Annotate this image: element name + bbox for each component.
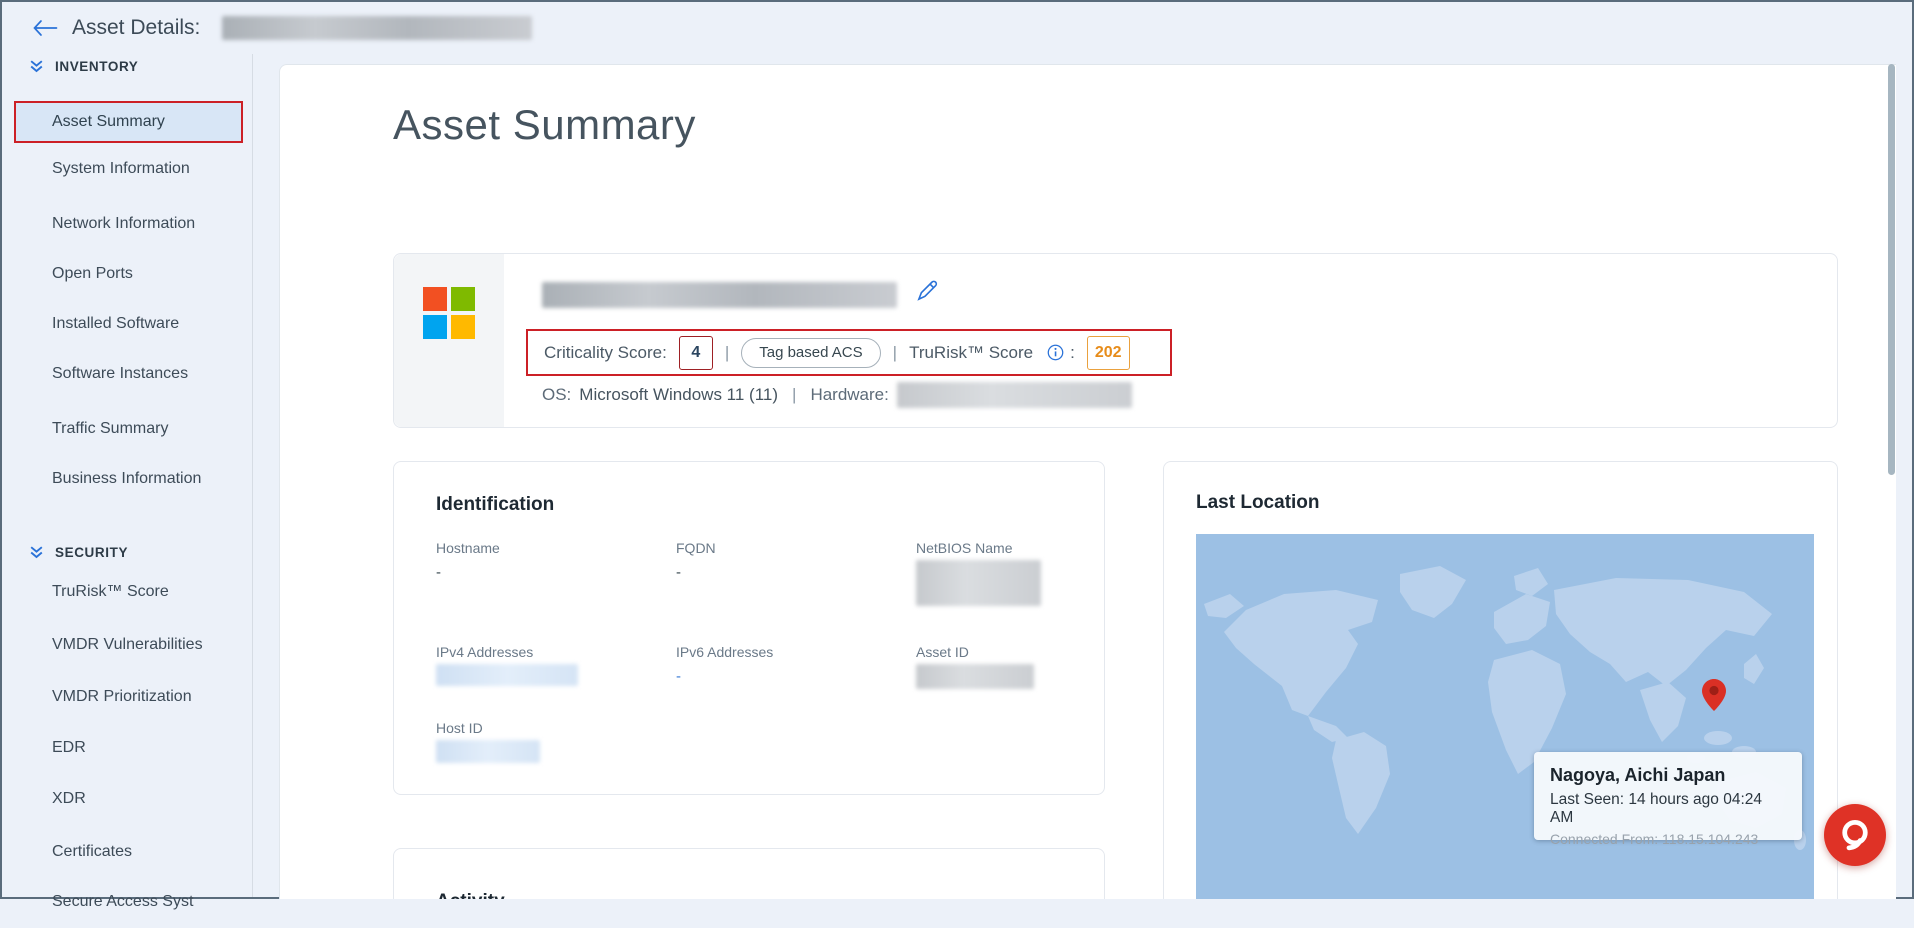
sidebar-item-edr[interactable]: EDR	[2, 722, 252, 774]
redacted-host-id-value	[436, 740, 540, 763]
separator: |	[792, 385, 796, 405]
sidebar-item-vmdr-prioritization[interactable]: VMDR Prioritization	[2, 671, 252, 723]
activity-title: Activity	[436, 891, 505, 899]
redacted-netbios-value	[916, 560, 1041, 606]
connected-from-text: Connected From: 118.15.104.243	[1550, 831, 1786, 847]
ipv4-addresses-label: IPv4 Addresses	[436, 644, 533, 660]
colon: :	[1070, 343, 1075, 363]
asset-id-label: Asset ID	[916, 644, 969, 660]
criticality-score-label: Criticality Score:	[544, 343, 667, 363]
redacted-asset-name-header	[222, 16, 532, 40]
sidebar-item-certificates[interactable]: Certificates	[2, 826, 252, 878]
hostname-value: -	[436, 564, 441, 581]
last-location-card: Last Location	[1163, 461, 1838, 899]
asset-header-card: Criticality Score: 4 | Tag based ACS | T…	[393, 253, 1838, 428]
location-tooltip: Nagoya, Aichi Japan Last Seen: 14 hours …	[1534, 752, 1802, 840]
sidebar-section-label: SECURITY	[55, 545, 128, 560]
qualys-q-icon	[1836, 816, 1874, 854]
sidebar-item-asset-summary[interactable]: Asset Summary	[14, 101, 243, 143]
hostname-label: Hostname	[436, 540, 500, 556]
separator: |	[725, 343, 729, 363]
sidebar: INVENTORY Asset Summary System Informati…	[2, 54, 252, 897]
qualys-logo-button[interactable]	[1824, 804, 1886, 866]
sidebar-item-trurisk-score[interactable]: TruRisk™ Score	[2, 566, 252, 618]
sidebar-section-label: INVENTORY	[55, 59, 138, 74]
world-map[interactable]: Nagoya, Aichi Japan Last Seen: 14 hours …	[1196, 534, 1814, 899]
redacted-hardware-value	[897, 382, 1132, 408]
page-header-title: Asset Details:	[72, 16, 200, 40]
ipv6-addresses-value: -	[676, 668, 681, 685]
chevron-double-down-icon	[28, 544, 45, 561]
main-content-panel: Asset Summary Criticality Score: 4 | Tag…	[279, 64, 1896, 899]
sidebar-item-vmdr-vulnerabilities[interactable]: VMDR Vulnerabilities	[2, 619, 252, 671]
os-label: OS:	[542, 385, 571, 405]
location-name: Nagoya, Aichi Japan	[1550, 765, 1786, 786]
sidebar-item-software-instances[interactable]: Software Instances	[2, 348, 252, 400]
top-header: Asset Details:	[2, 2, 1912, 54]
ipv6-addresses-label: IPv6 Addresses	[676, 644, 773, 660]
chevron-double-down-icon	[28, 58, 45, 75]
sidebar-item-partial-bottom[interactable]: Secure Access Syst	[2, 876, 252, 928]
redacted-asset-name	[542, 282, 897, 308]
info-icon[interactable]	[1047, 344, 1064, 361]
sidebar-section-inventory[interactable]: INVENTORY	[2, 50, 252, 82]
trurisk-score-label: TruRisk™ Score	[909, 343, 1033, 363]
redacted-ipv4-value	[436, 664, 578, 686]
page-title: Asset Summary	[393, 101, 696, 149]
os-hardware-line: OS: Microsoft Windows 11 (11) | Hardware…	[542, 382, 1132, 408]
criticality-score-value: 4	[679, 336, 713, 370]
last-location-title: Last Location	[1196, 492, 1320, 514]
sidebar-item-system-information[interactable]: System Information	[2, 143, 252, 195]
hardware-label: Hardware:	[810, 385, 888, 405]
host-id-label: Host ID	[436, 720, 483, 736]
sidebar-item-open-ports[interactable]: Open Ports	[2, 248, 252, 300]
microsoft-logo-icon	[423, 287, 475, 339]
sidebar-item-business-information[interactable]: Business Information	[2, 453, 252, 505]
vertical-scrollbar-thumb[interactable]	[1888, 64, 1895, 475]
sidebar-item-installed-software[interactable]: Installed Software	[2, 298, 252, 350]
sidebar-item-network-information[interactable]: Network Information	[2, 198, 252, 250]
vendor-strip	[394, 254, 504, 427]
score-annotation-highlight: Criticality Score: 4 | Tag based ACS | T…	[526, 329, 1172, 376]
identification-title: Identification	[436, 494, 554, 516]
sidebar-item-traffic-summary[interactable]: Traffic Summary	[2, 403, 252, 455]
asset-details-window: { "header": { "title": "Asset Details:" …	[0, 0, 1914, 899]
activity-card: Activity	[393, 848, 1105, 899]
redacted-asset-id-value	[916, 664, 1034, 689]
sidebar-divider	[252, 54, 253, 897]
netbios-name-label: NetBIOS Name	[916, 540, 1012, 556]
back-arrow-icon[interactable]	[32, 19, 58, 37]
os-value: Microsoft Windows 11 (11)	[579, 385, 778, 405]
fqdn-value: -	[676, 564, 681, 581]
location-pin-icon	[1702, 679, 1726, 716]
identification-card: Identification Hostname - FQDN - NetBIOS…	[393, 461, 1105, 795]
sidebar-item-xdr[interactable]: XDR	[2, 773, 252, 825]
sidebar-section-security[interactable]: SECURITY	[2, 536, 252, 568]
sidebar-item-label: Asset Summary	[16, 113, 165, 131]
tag-based-acs-badge: Tag based ACS	[741, 338, 880, 368]
last-seen-text: Last Seen: 14 hours ago 04:24 AM	[1550, 791, 1786, 827]
separator: |	[893, 343, 897, 363]
trurisk-score-value: 202	[1087, 336, 1130, 370]
fqdn-label: FQDN	[676, 540, 716, 556]
edit-pencil-icon[interactable]	[914, 278, 940, 309]
